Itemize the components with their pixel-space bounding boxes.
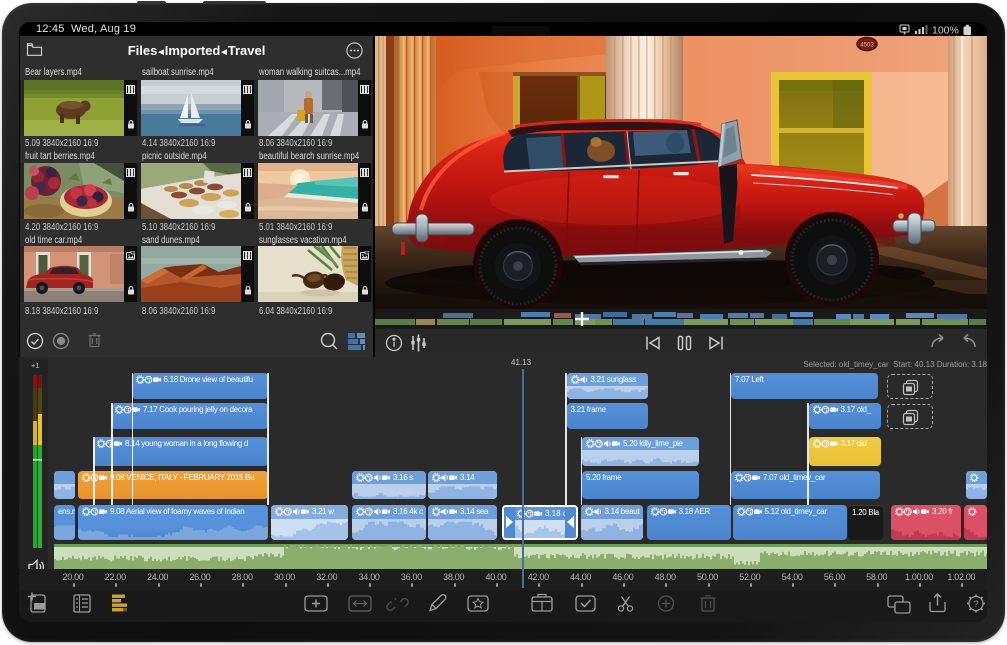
svg-text:4503: 4503: [860, 43, 874, 49]
svg-text:?: ?: [973, 599, 978, 609]
svg-text:100%: 100%: [932, 24, 959, 35]
